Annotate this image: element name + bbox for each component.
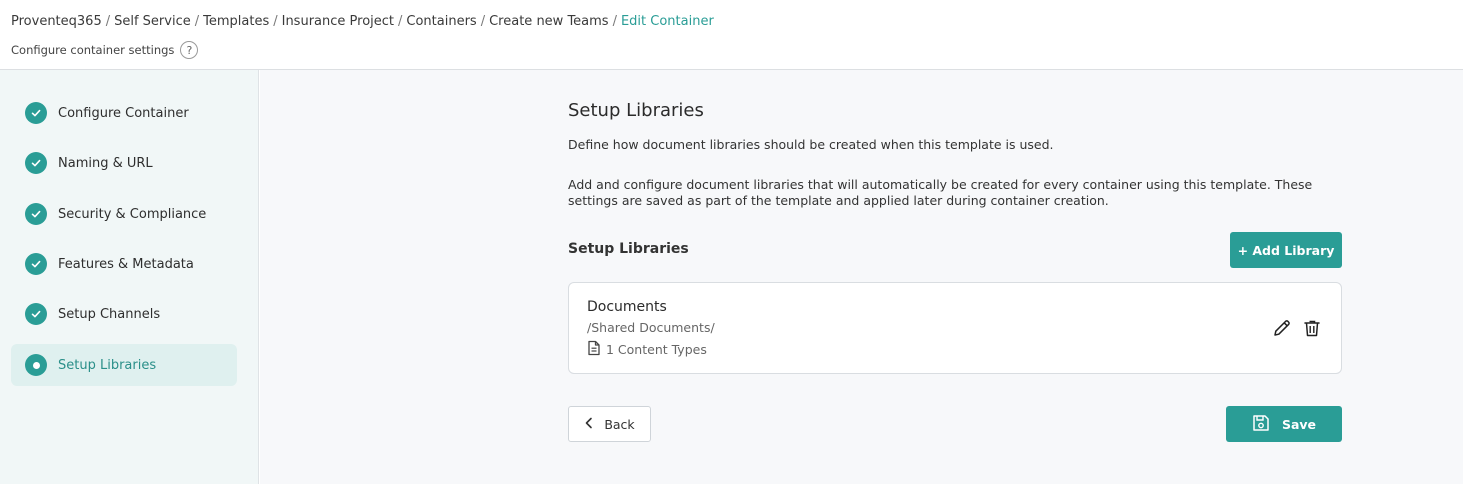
breadcrumb-separator: / [398,14,403,29]
step-label: Security & Compliance [58,206,207,222]
step-features-metadata[interactable]: Features & Metadata [11,243,237,285]
pencil-icon[interactable] [1271,317,1293,339]
step-setup-channels[interactable]: Setup Channels [11,293,237,335]
check-icon [25,253,47,275]
step-label: Naming & URL [58,155,153,171]
breadcrumb-separator: / [194,14,200,29]
library-content-types: 1 Content Types [587,340,707,359]
breadcrumb-item-insurance-project[interactable]: Insurance Project [282,14,394,29]
library-card: Documents /Shared Documents/ 1 Content T… [568,282,1342,374]
breadcrumb-separator: / [612,14,617,29]
document-icon [587,340,601,359]
page-subtitle: Configure container settings ? [11,41,199,59]
breadcrumb-item-self-service[interactable]: Self Service [114,14,191,29]
step-label: Configure Container [58,105,189,121]
help-icon[interactable]: ? [180,41,199,59]
library-path: /Shared Documents/ [587,320,715,335]
step-naming-url[interactable]: Naming & URL [11,142,237,184]
check-icon [25,303,47,325]
breadcrumb: Proventeq365/Self Service / Templates / Insu… [11,14,714,29]
add-library-button[interactable]: + Add Library [1230,232,1342,268]
step-setup-libraries[interactable]: Setup Libraries [11,344,237,386]
subtitle-text: Configure container settings [11,43,175,57]
breadcrumb-item-templates[interactable]: Templates [203,14,269,29]
breadcrumb-separator: / [105,14,111,29]
library-name: Documents [587,299,667,315]
back-button-label: Back [604,416,635,432]
description-primary: Define how document libraries should be … [568,137,1054,152]
library-actions [1271,317,1323,339]
check-icon [25,102,47,124]
main-content: Setup Libraries Define how document libr… [260,70,1463,484]
save-button-label: Save [1281,416,1317,432]
floppy-disk-icon [1252,414,1270,435]
step-label: Setup Libraries [58,357,157,373]
step-security-compliance[interactable]: Security & Compliance [11,193,237,235]
breadcrumb-current-edit-container: Edit Container [620,14,714,29]
page-header: Proventeq365/Self Service / Templates / Insu… [0,0,1463,70]
check-icon [25,152,47,174]
save-button[interactable]: Save [1226,406,1342,442]
steps-sidebar: Configure Container Naming & URL Securit… [0,70,259,484]
section-title: Setup Libraries [568,241,689,257]
description-secondary: Add and configure document libraries tha… [568,177,1313,208]
breadcrumb-separator: / [480,14,486,29]
trash-icon[interactable] [1301,317,1323,339]
step-configure-container[interactable]: Configure Container [11,92,237,134]
page-title: Setup Libraries [568,100,704,121]
step-label: Setup Channels [58,306,161,322]
dot-icon [25,354,47,376]
content-types-count: 1 Content Types [606,342,707,357]
back-button[interactable]: Back [568,406,651,442]
breadcrumb-item-proventeq365[interactable]: Proventeq365 [11,14,102,29]
check-icon [25,203,47,225]
breadcrumb-item-containers[interactable]: Containers [406,14,476,29]
breadcrumb-item-create-new-teams[interactable]: Create new Teams [489,14,608,29]
step-label: Features & Metadata [58,256,194,272]
chevron-left-icon [584,417,594,432]
breadcrumb-separator: / [273,14,278,29]
